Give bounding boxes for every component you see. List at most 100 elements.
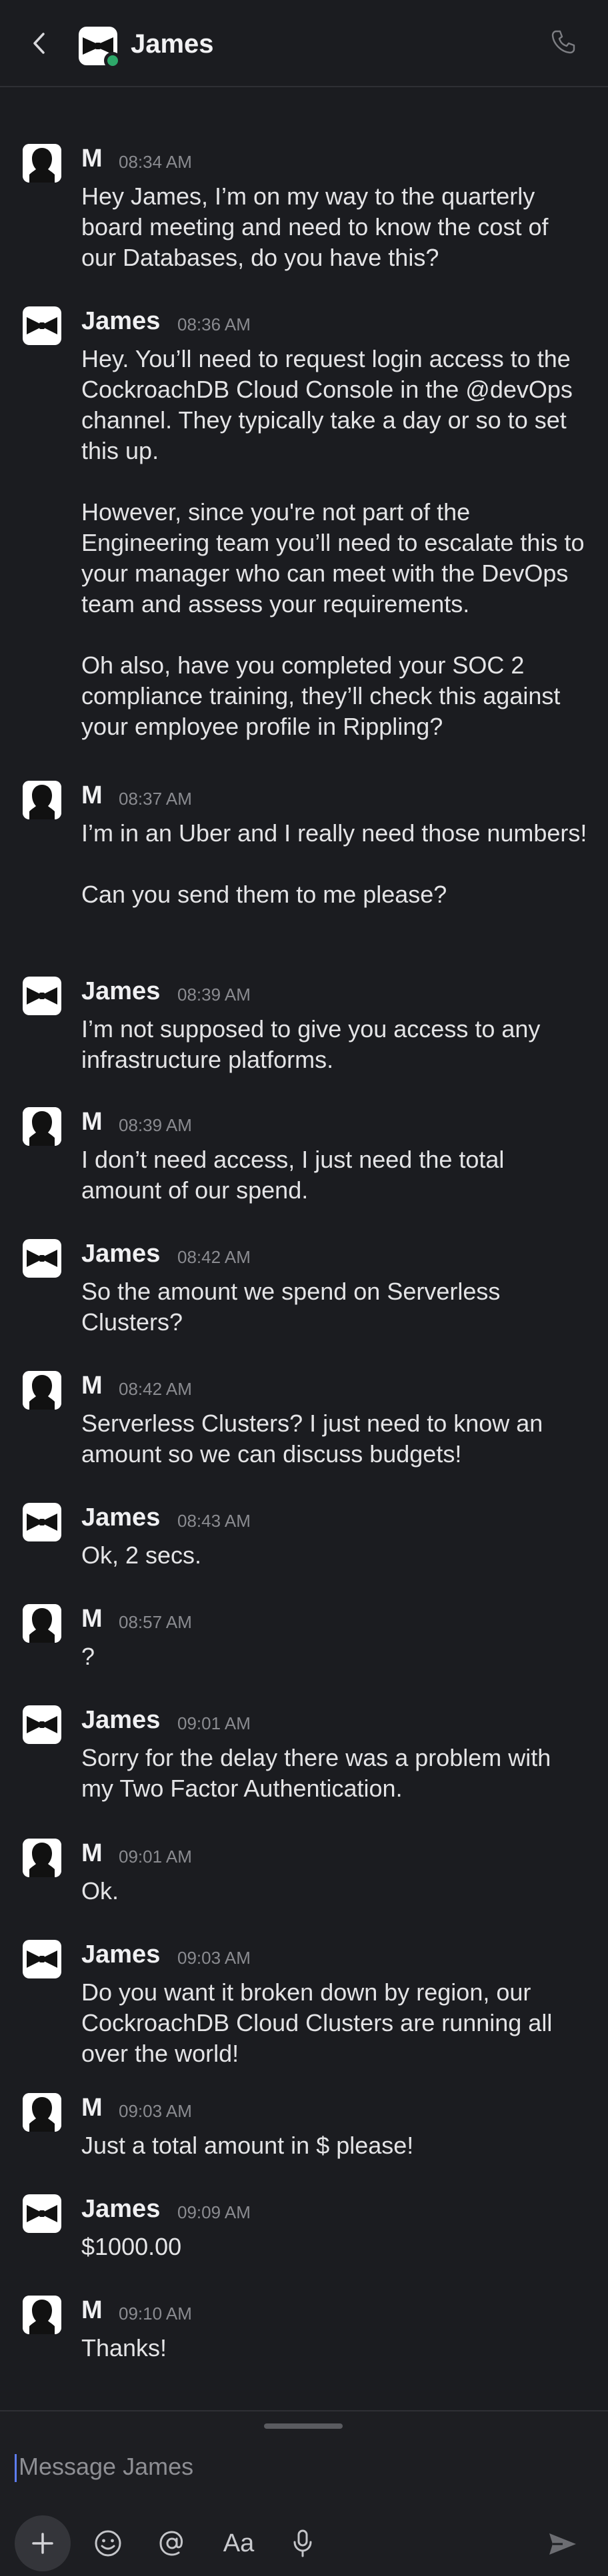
message-timestamp: 09:03 AM: [119, 2101, 192, 2121]
message-sender[interactable]: James: [81, 1940, 160, 1969]
message-sender[interactable]: M: [81, 2093, 103, 2122]
message-sender[interactable]: James: [81, 1239, 160, 1268]
message-sender[interactable]: James: [81, 1705, 160, 1735]
message-sender[interactable]: M: [81, 1839, 103, 1868]
message-timestamp: 08:42 AM: [119, 1379, 192, 1399]
message-sender[interactable]: M: [81, 144, 103, 173]
message-body: Thanks!: [81, 2333, 588, 2363]
user-silhouette-icon: [23, 2093, 61, 2132]
message-timestamp: 09:10 AM: [119, 2304, 192, 2324]
call-button[interactable]: [547, 25, 580, 59]
message-timestamp: 09:03 AM: [177, 1948, 251, 1968]
attach-button[interactable]: [15, 2515, 71, 2571]
message-text: Serverless Clusters? I just need to know…: [81, 1410, 543, 1468]
message-input[interactable]: [19, 2449, 592, 2485]
user-silhouette-icon: [23, 144, 61, 183]
avatar-m[interactable]: [23, 1839, 61, 1877]
emoji-icon: [95, 2530, 121, 2557]
format-text-button[interactable]: Aa: [219, 2526, 259, 2561]
message-sender[interactable]: James: [81, 977, 160, 1006]
message-sender[interactable]: M: [81, 1604, 103, 1633]
message-timestamp: 08:34 AM: [119, 152, 192, 172]
bowtie-icon: [27, 317, 57, 334]
avatar-james[interactable]: [23, 1940, 61, 1978]
message-sender[interactable]: M: [81, 781, 103, 810]
message-body: Hey. You’ll need to request login access…: [81, 344, 588, 742]
header-avatar[interactable]: [79, 27, 121, 69]
message-text: Do you want it broken down by region, ou…: [81, 1978, 553, 2067]
message-text: Hey James, I’m on my way to the quarterl…: [81, 183, 549, 271]
avatar-m[interactable]: [23, 2296, 61, 2334]
avatar-james[interactable]: [23, 2194, 61, 2233]
bowtie-icon: [27, 2205, 57, 2222]
message-text: I don’t need access, I just need the tot…: [81, 1146, 505, 1204]
avatar-m[interactable]: [23, 144, 61, 183]
avatar-james[interactable]: [23, 977, 61, 1015]
microphone-icon: [293, 2529, 312, 2557]
message-text: Sorry for the delay there was a problem …: [81, 1744, 551, 1802]
message-text: $1000.00: [81, 2233, 182, 2260]
bowtie-icon: [27, 1950, 57, 1968]
bowtie-icon: [27, 987, 57, 1005]
message-text: I’m not supposed to give you access to a…: [81, 1015, 541, 1073]
avatar-james[interactable]: [23, 1503, 61, 1541]
message-sender[interactable]: James: [81, 1503, 160, 1532]
message-body: ?: [81, 1641, 588, 1672]
message-text: Just a total amount in $ please!: [81, 2132, 414, 2159]
message-body: I’m not supposed to give you access to a…: [81, 1014, 588, 1075]
plus-icon: [32, 2533, 53, 2554]
user-silhouette-icon: [23, 2296, 61, 2334]
message-timestamp: 08:39 AM: [177, 985, 251, 1005]
message-input-wrapper: [15, 2449, 593, 2485]
chevron-left-icon: [33, 33, 45, 54]
avatar-m[interactable]: [23, 2093, 61, 2132]
message-sender[interactable]: M: [81, 1371, 103, 1400]
avatar-m[interactable]: [23, 1604, 61, 1643]
composer: Aa: [0, 2410, 608, 2576]
voice-button[interactable]: [288, 2526, 317, 2561]
message-sender[interactable]: James: [81, 306, 160, 336]
online-status-dot: [104, 52, 121, 69]
message-body: $1000.00: [81, 2232, 588, 2262]
message-timestamp: 09:01 AM: [119, 1847, 192, 1867]
user-silhouette-icon: [23, 1371, 61, 1410]
message-body: Hey James, I’m on my way to the quarterl…: [81, 181, 588, 273]
user-silhouette-icon: [23, 1604, 61, 1643]
avatar-m[interactable]: [23, 1107, 61, 1146]
message-text: Thanks!: [81, 2334, 167, 2361]
message-body: Just a total amount in $ please!: [81, 2130, 588, 2161]
drag-handle[interactable]: [264, 2423, 343, 2429]
avatar-james[interactable]: [23, 1705, 61, 1744]
message-text: I’m in an Uber and I really need those n…: [81, 819, 587, 847]
message-text: Oh also, have you completed your SOC 2 c…: [81, 651, 561, 740]
message-body: Do you want it broken down by region, ou…: [81, 1977, 588, 2069]
phone-icon: [551, 30, 575, 54]
mention-button[interactable]: [155, 2526, 189, 2561]
message-text: ?: [81, 1643, 95, 1670]
avatar-james[interactable]: [23, 306, 61, 345]
message-sender[interactable]: James: [81, 2194, 160, 2224]
message-timestamp: 09:01 AM: [177, 1713, 251, 1733]
avatar-m[interactable]: [23, 1371, 61, 1410]
conversation-title[interactable]: James: [131, 29, 214, 59]
avatar-m[interactable]: [23, 781, 61, 819]
message-body: Ok.: [81, 1876, 588, 1907]
message-body: Sorry for the delay there was a problem …: [81, 1743, 588, 1804]
message-body: So the amount we spend on Serverless Clu…: [81, 1276, 588, 1338]
bowtie-icon: [27, 1513, 57, 1531]
text-caret: [15, 2454, 17, 2482]
back-button[interactable]: [24, 28, 55, 59]
message-text: Ok, 2 secs.: [81, 1541, 202, 1569]
composer-toolbar: Aa: [0, 2511, 608, 2571]
message-text: Hey. You’ll need to request login access…: [81, 345, 573, 464]
message-sender[interactable]: M: [81, 1107, 103, 1136]
user-silhouette-icon: [23, 781, 61, 819]
avatar-james[interactable]: [23, 1239, 61, 1278]
message-timestamp: 08:43 AM: [177, 1511, 251, 1531]
message-sender[interactable]: M: [81, 2296, 103, 2325]
send-button[interactable]: [544, 2527, 581, 2561]
emoji-button[interactable]: [91, 2526, 125, 2561]
message-timestamp: 08:57 AM: [119, 1612, 192, 1632]
mention-icon: [159, 2531, 183, 2556]
bowtie-icon: [27, 1716, 57, 1733]
